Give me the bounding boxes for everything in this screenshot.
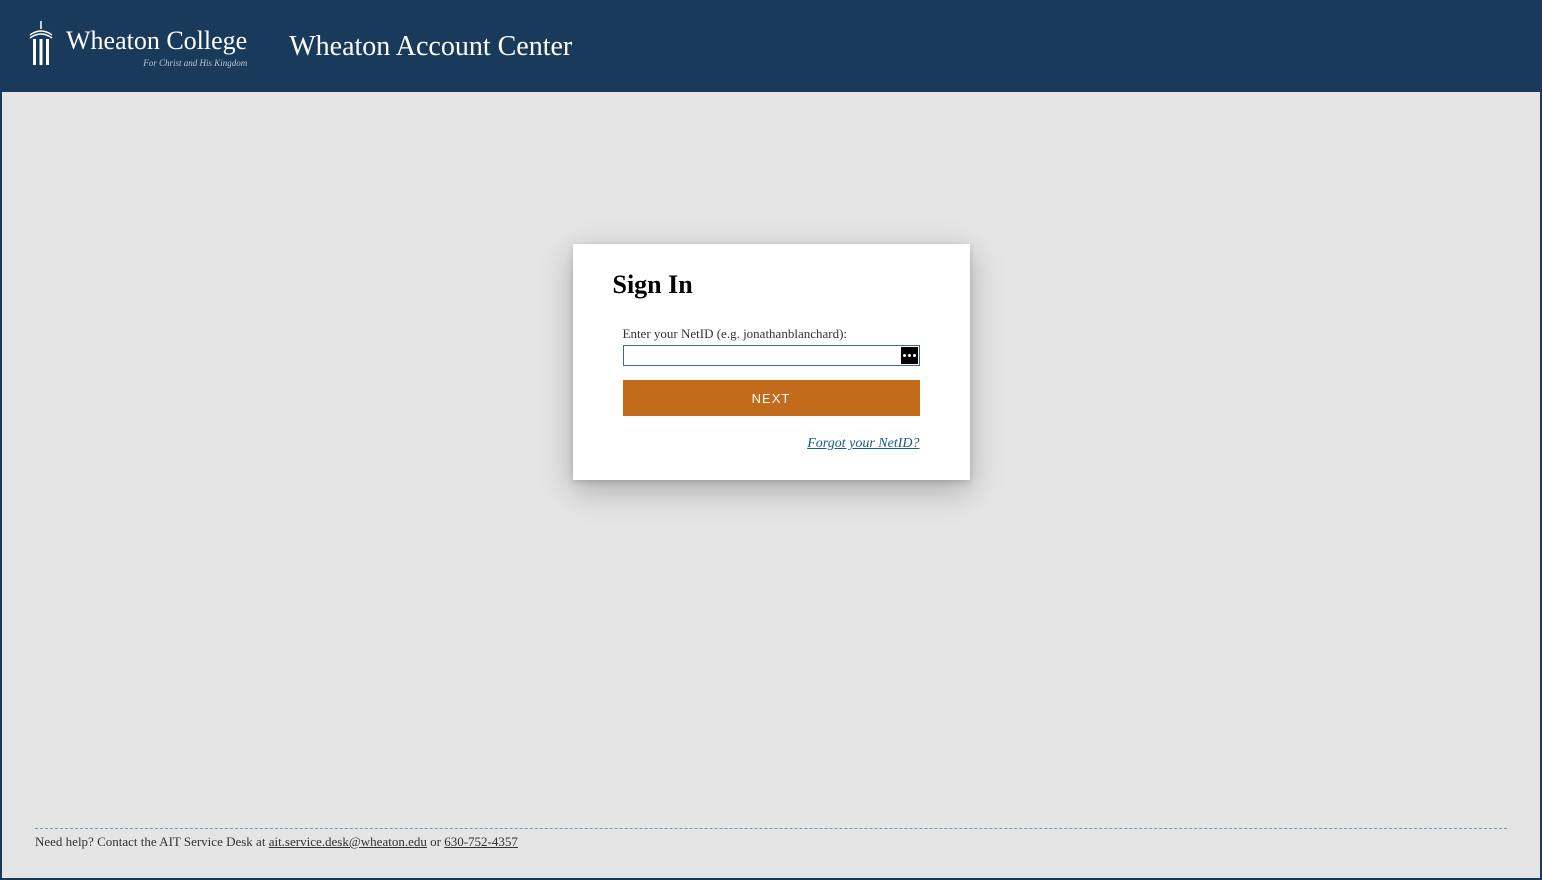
footer-help-middle: or [427, 834, 444, 849]
logo-section: Wheaton College For Christ and His Kingd… [26, 21, 247, 74]
footer-divider [35, 828, 1507, 829]
next-button[interactable]: NEXT [623, 380, 920, 416]
footer-help-prefix: Need help? Contact the AIT Service Desk … [35, 834, 269, 849]
forgot-netid-link[interactable]: Forgot your NetID? [807, 436, 919, 451]
netid-input[interactable] [623, 345, 920, 366]
footer-email-link[interactable]: ait.service.desk@wheaton.edu [269, 834, 427, 849]
footer: Need help? Contact the AIT Service Desk … [35, 828, 1507, 850]
footer-phone-link[interactable]: 630-752-4357 [444, 834, 518, 849]
app-title: Wheaton Account Center [289, 31, 572, 63]
college-tagline: For Christ and His Kingdom [143, 58, 247, 68]
college-tower-icon [26, 21, 56, 74]
password-manager-icon[interactable] [901, 347, 918, 364]
footer-help-text: Need help? Contact the AIT Service Desk … [35, 834, 1507, 850]
main-content: Sign In Enter your NetID (e.g. jonathanb… [2, 92, 1540, 480]
college-name: Wheaton College [66, 26, 247, 56]
signin-card: Sign In Enter your NetID (e.g. jonathanb… [573, 244, 970, 480]
signin-title: Sign In [613, 270, 930, 300]
netid-label: Enter your NetID (e.g. jonathanblanchard… [613, 326, 930, 342]
header: Wheaton College For Christ and His Kingd… [2, 2, 1540, 92]
